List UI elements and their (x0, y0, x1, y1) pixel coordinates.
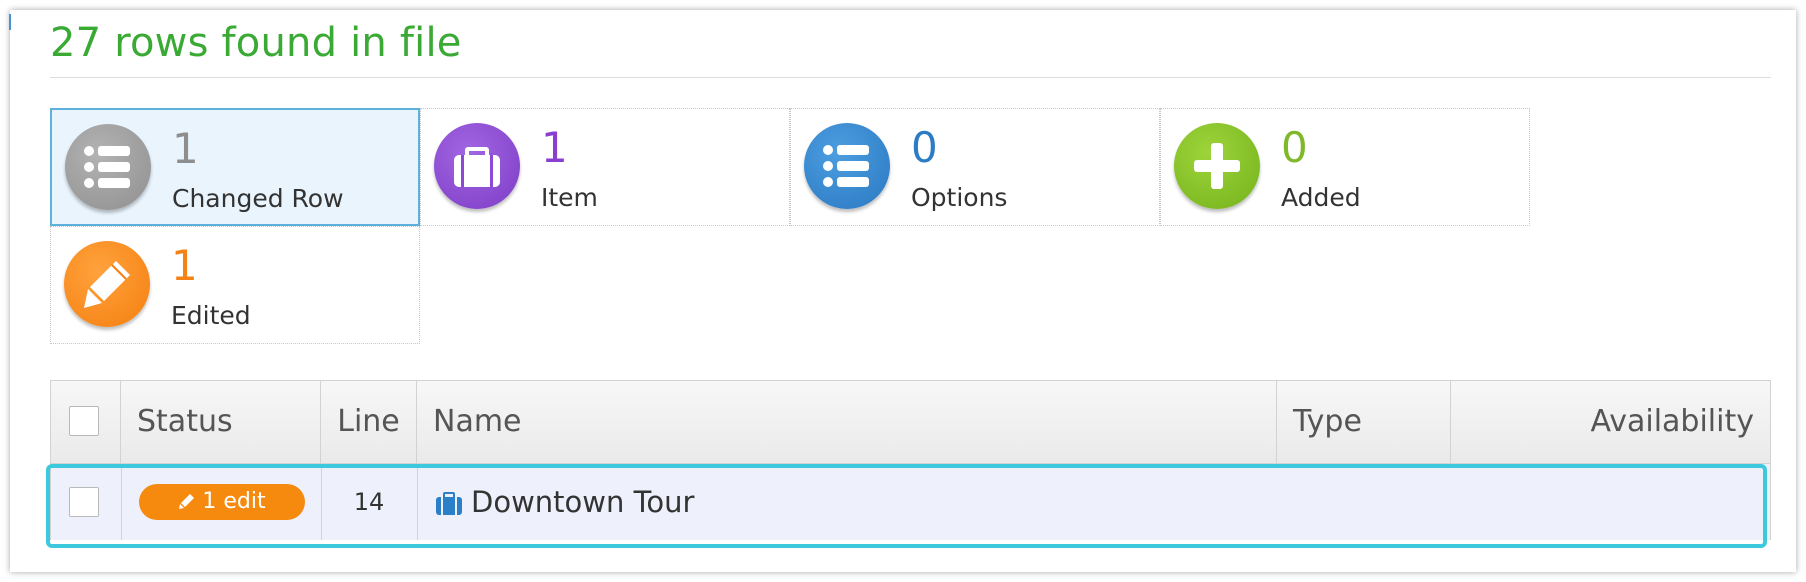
plus-icon (1174, 123, 1260, 209)
row-highlight-outline (46, 464, 1767, 548)
tile-options[interactable]: 0 Options (790, 108, 1160, 226)
list-icon (65, 124, 151, 210)
added-count: 0 (1281, 123, 1308, 172)
tile-added[interactable]: 0 Added (1160, 108, 1530, 226)
options-count: 0 (911, 123, 938, 172)
pencil-icon (64, 241, 150, 327)
changed-row-label: Changed Row (172, 184, 344, 213)
added-label: Added (1281, 183, 1361, 212)
list-icon (804, 123, 890, 209)
column-header-availability[interactable]: Availability (1451, 381, 1770, 463)
title-divider (50, 77, 1771, 78)
tile-edited[interactable]: 1 Edited (50, 226, 420, 344)
corner-mark (9, 14, 11, 30)
edited-label: Edited (171, 301, 251, 330)
edited-count: 1 (171, 241, 198, 290)
tile-changed-row[interactable]: 1 Changed Row (50, 108, 420, 226)
header-checkbox-cell (51, 381, 121, 463)
briefcase-icon (434, 123, 520, 209)
item-count: 1 (541, 123, 568, 172)
options-label: Options (911, 183, 1008, 212)
column-header-name[interactable]: Name (417, 381, 1277, 463)
table-header: Status Line Name Type Availability (51, 381, 1770, 464)
column-header-type[interactable]: Type (1277, 381, 1451, 463)
select-all-checkbox[interactable] (69, 406, 99, 436)
tile-item[interactable]: 1 Item (420, 108, 790, 226)
column-header-status[interactable]: Status (121, 381, 321, 463)
changed-row-count: 1 (172, 124, 199, 173)
page-title: 27 rows found in file (50, 20, 462, 66)
item-label: Item (541, 183, 598, 212)
column-header-line[interactable]: Line (321, 381, 417, 463)
